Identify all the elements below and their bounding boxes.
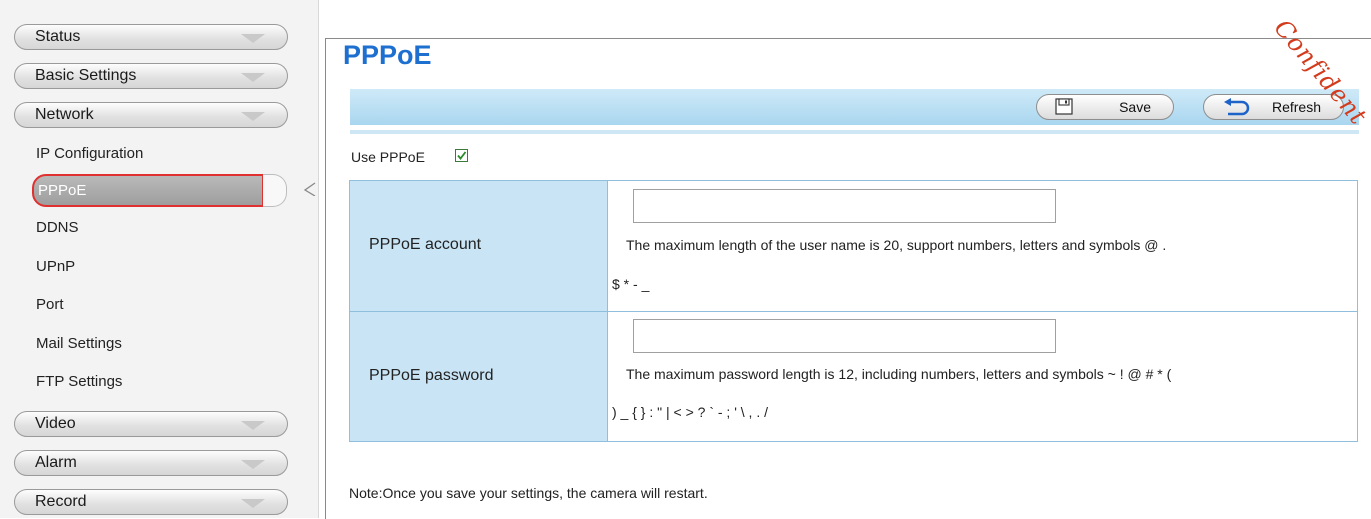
chevron-down-icon [241,499,265,508]
chevron-down-icon [241,460,265,469]
sidebar-item-port[interactable]: Port [36,295,64,315]
pppoe-password-label: PPPoE password [369,367,494,384]
sidebar-item-ddns[interactable]: DDNS [36,218,79,238]
sidebar-item-mail-settings[interactable]: Mail Settings [36,334,122,354]
pppoe-account-input[interactable] [633,189,1056,223]
table-row-divider [350,311,1357,312]
save-button[interactable]: Save [1036,94,1174,120]
sidebar-item-upnp[interactable]: UPnP [36,257,75,277]
menu-record[interactable]: Record [14,489,288,515]
menu-video[interactable]: Video [14,411,288,437]
page-title: PPPoE [340,40,435,70]
chevron-down-icon [241,112,265,121]
sidebar-item-pppoe-label: PPPoE [38,182,87,199]
account-hint-line1: The maximum length of the user name is 2… [626,237,1167,253]
password-label-cell: PPPoE password [350,312,607,441]
sidebar-item-ftp-settings[interactable]: FTP Settings [36,372,122,392]
menu-alarm-label: Alarm [35,454,77,471]
menu-basic-settings[interactable]: Basic Settings [14,63,288,89]
selection-pointer-icon [303,182,316,196]
chevron-down-icon [241,421,265,430]
sidebar: Status Basic Settings Network IP Configu… [0,0,319,518]
sidebar-item-pppoe-tail [263,174,287,207]
chevron-down-icon [241,34,265,43]
account-label-cell: PPPoE account [350,181,607,311]
menu-basic-settings-label: Basic Settings [35,67,137,84]
checkmark-icon [457,151,467,160]
account-hint-line2: $ * - _ [612,276,650,292]
chevron-down-icon [241,73,265,82]
menu-record-label: Record [35,493,87,510]
pppoe-password-input[interactable] [633,319,1056,353]
menu-network-label: Network [35,106,94,123]
menu-status-label: Status [35,28,81,45]
restart-note: Note:Once you save your settings, the ca… [349,485,708,501]
floppy-disk-icon [1055,98,1073,115]
pppoe-account-label: PPPoE account [369,236,482,253]
toolbar-divider [350,130,1359,134]
menu-network[interactable]: Network [14,102,288,128]
use-pppoe-label: Use PPPoE [351,149,425,165]
password-hint-line1: The maximum password length is 12, inclu… [626,366,1172,382]
sidebar-item-pppoe[interactable]: PPPoE [32,174,264,207]
refresh-arrow-icon [1224,98,1250,116]
use-pppoe-checkbox[interactable] [455,149,468,162]
menu-video-label: Video [35,415,76,432]
save-button-label: Save [1119,99,1151,115]
sidebar-item-ip-configuration[interactable]: IP Configuration [36,144,143,164]
menu-status[interactable]: Status [14,24,288,50]
refresh-button-label: Refresh [1271,99,1321,115]
password-hint-line2: ) _ { } : " | < > ? ` - ; ' \ , . / [612,404,769,420]
menu-alarm[interactable]: Alarm [14,450,288,476]
